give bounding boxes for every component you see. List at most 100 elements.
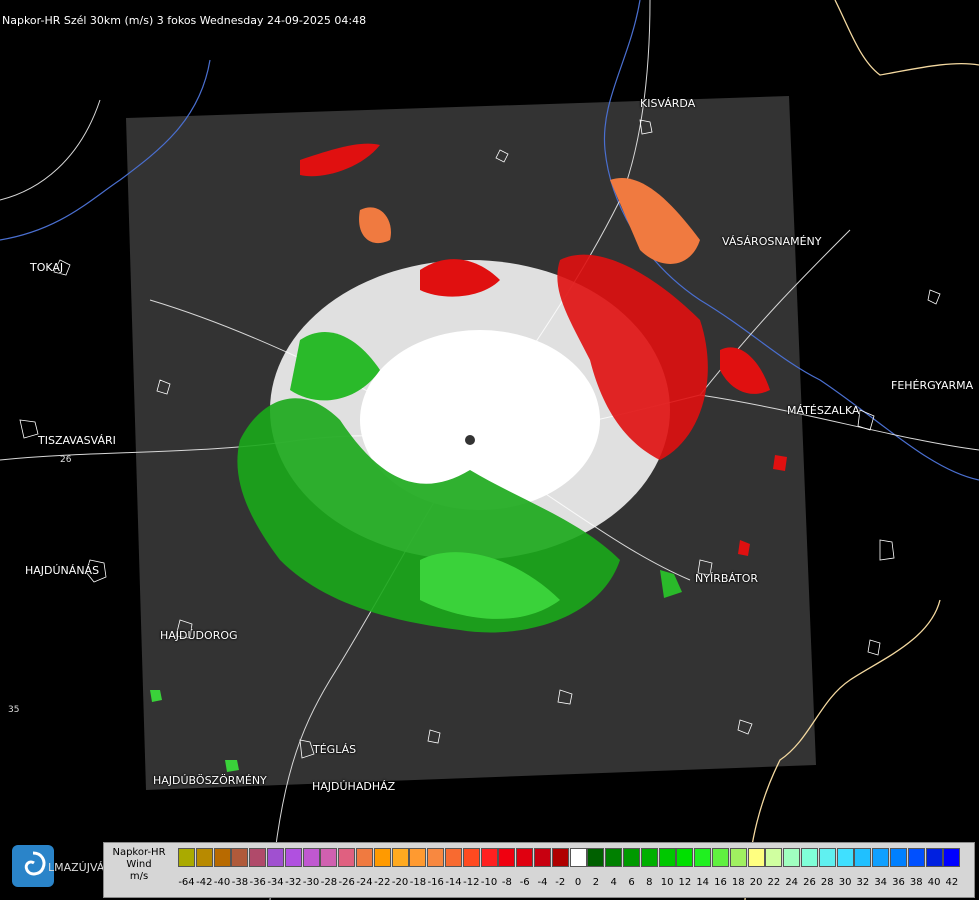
legend-swatch [587, 848, 605, 867]
legend-tick-label: -64 [178, 877, 195, 888]
legend-tick-label: 20 [749, 877, 763, 888]
town-label-teglas: TÉGLÁS [313, 743, 357, 756]
town-label-hajdudorog: HAJDÚDOROG [160, 629, 238, 642]
legend-tick-label: 16 [714, 877, 727, 888]
legend-caption-line: Wind [126, 859, 152, 870]
legend-tick-label: 42 [945, 877, 959, 888]
legend-swatch [320, 848, 338, 867]
town-label-tokaj: TOKAJ [30, 261, 64, 274]
legend-swatch [534, 848, 551, 867]
legend-tick-label: -22 [374, 877, 391, 888]
legend-swatch [854, 848, 872, 867]
legend-caption-line: m/s [129, 871, 149, 882]
legend-swatch [338, 848, 356, 867]
legend-swatch [783, 848, 801, 867]
legend-swatch [640, 848, 658, 867]
legend-tick-label: 38 [909, 877, 923, 888]
legend-tick-label: 0 [574, 877, 582, 888]
legend-tick-label: 34 [874, 877, 888, 888]
legend-tick-label: 24 [785, 877, 799, 888]
legend-tick-label: 36 [892, 877, 905, 888]
legend-swatch [836, 848, 854, 867]
legend-tick-label: -26 [338, 877, 355, 888]
legend-tick-label: -30 [302, 877, 320, 888]
legend-tick-label: 22 [767, 877, 781, 888]
legend-tick-label: -36 [249, 877, 266, 888]
legend-swatch [943, 848, 961, 867]
legend-tick-label: -2 [555, 877, 566, 888]
legend-swatch [516, 848, 534, 867]
legend-tick-label: 8 [646, 877, 653, 888]
legend-swatch [409, 848, 427, 867]
legend-swatch [801, 848, 818, 867]
legend-swatch [445, 848, 462, 867]
legend-swatch [462, 848, 480, 867]
legend-swatch [249, 848, 267, 867]
legend-swatch [373, 848, 391, 867]
legend-tick-label: 2 [592, 877, 600, 888]
legend-tick-label: -8 [501, 877, 512, 888]
town-label-fehergyarmat: FEHÉRGYARMA [891, 379, 974, 392]
legend-swatch [569, 848, 587, 867]
legend-swatch [712, 848, 729, 867]
legend-tick-label: -18 [409, 877, 427, 888]
legend-swatch [872, 848, 890, 867]
legend-swatch [890, 848, 907, 867]
legend-swatch [676, 848, 694, 867]
legend-swatch [356, 848, 373, 867]
legend-tick-label: 6 [628, 877, 635, 888]
legend-tick-label: 10 [660, 877, 674, 888]
legend-swatch [302, 848, 320, 867]
town-label-nyirbator: NYÍRBÁTOR [695, 572, 759, 585]
radar-map: 26 35 [0, 0, 979, 900]
town-label-hajduboszormeny: HAJDÚBÖSZÖRMÉNY [153, 774, 267, 787]
legend-tick-label: -24 [356, 877, 373, 888]
legend-caption-line: Napkor-HR [112, 847, 166, 858]
town-label-hajduhadhaz: HAJDÚHADHÁZ [312, 780, 396, 793]
legend-tick-label: -6 [519, 877, 530, 888]
legend-tick-label: 40 [927, 877, 941, 888]
legend-swatch [551, 848, 569, 867]
legend-swatch [694, 848, 712, 867]
legend-swatch [907, 848, 925, 867]
legend-tick-label: -40 [213, 877, 231, 888]
legend-tick-label: -12 [463, 877, 480, 888]
legend-tick-label: -4 [537, 877, 548, 888]
legend-tick-label: -16 [427, 877, 444, 888]
road-number-26: 26 [60, 455, 72, 465]
town-label-hajdunanas: HAJDÚNÁNÁS [25, 564, 100, 577]
legend-tick-label: -42 [196, 877, 213, 888]
town-label-kisvarda: KISVÁRDA [640, 97, 696, 110]
legend-tick-label: -32 [285, 877, 302, 888]
legend-tick-label: -34 [267, 877, 284, 888]
legend-tick-label: 26 [803, 877, 816, 888]
legend-swatch [729, 848, 747, 867]
legend-tick-label: 12 [678, 877, 692, 888]
wind-legend: Napkor-HR Wind m/s -64 -42 -40 -38 -36 -34 -32… [103, 842, 975, 898]
legend-tick-label: 28 [820, 877, 834, 888]
legend-tick-label: 30 [838, 877, 852, 888]
legend-tick-label: -28 [320, 877, 338, 888]
legend-swatch [658, 848, 676, 867]
town-label-vasarosnameny: VÁSÁROSNAMÉNY [722, 235, 822, 248]
legend-swatch [178, 848, 195, 867]
legend-tick-label: -38 [231, 877, 249, 888]
legend-swatch [498, 848, 516, 867]
legend-swatch [818, 848, 836, 867]
legend-swatch [605, 848, 623, 867]
legend-swatch [427, 848, 445, 867]
legend-swatch [480, 848, 498, 867]
legend-swatch [267, 848, 284, 867]
legend-swatch [925, 848, 943, 867]
legend-tick-label: 18 [731, 877, 745, 888]
legend-tick-label: 14 [696, 877, 710, 888]
legend-caption: Napkor-HR Wind m/s [104, 847, 174, 883]
town-label-tiszavasvari: TISZAVASVÁRI [38, 434, 116, 447]
legend-tick-label: 32 [856, 877, 870, 888]
road-number-35: 35 [8, 705, 19, 715]
legend-swatch [231, 848, 249, 867]
legend-swatch [391, 848, 409, 867]
legend-swatch [765, 848, 783, 867]
legend-tick-label: -14 [445, 877, 462, 888]
legend-tick-label: -20 [391, 877, 409, 888]
